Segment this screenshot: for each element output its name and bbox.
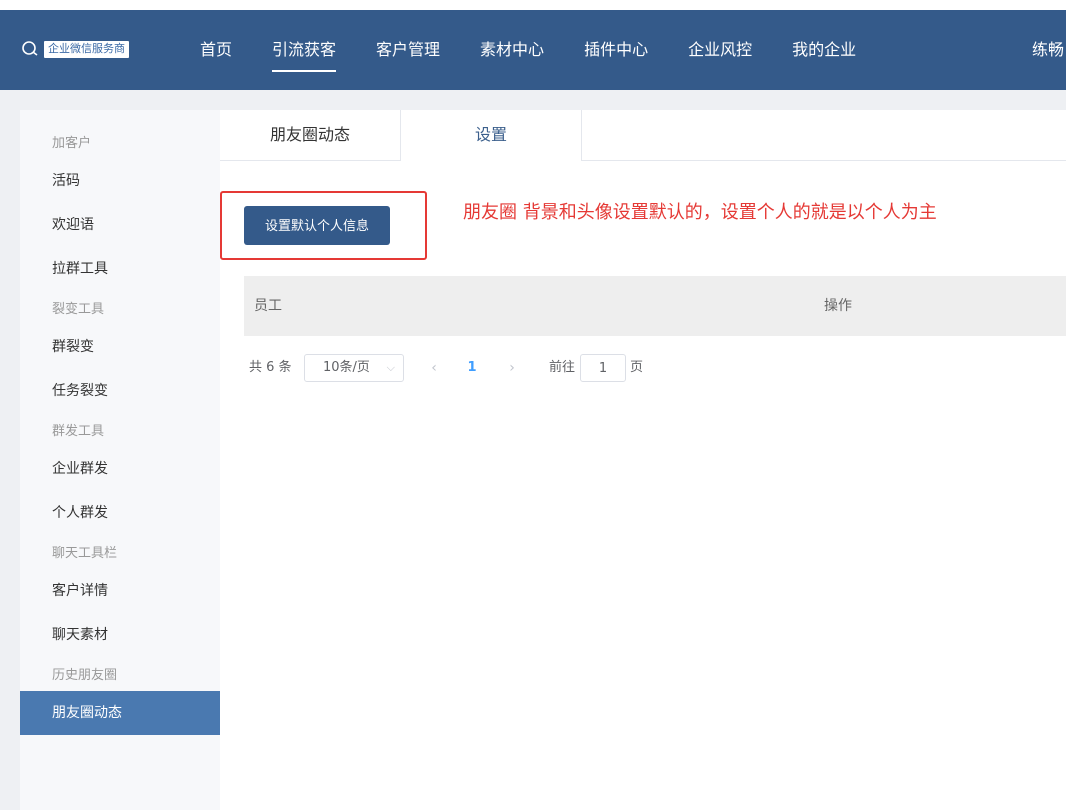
sidebar: 加客户 活码 欢迎语 拉群工具 裂变工具 群裂变 任务裂变 群发工具 企业群发 …: [20, 110, 220, 810]
sidebar-item-group-fission[interactable]: 群裂变: [20, 325, 220, 369]
next-page-icon[interactable]: ›: [502, 354, 522, 382]
tab-settings[interactable]: 设置: [401, 110, 582, 161]
page-number-current[interactable]: 1: [462, 354, 482, 382]
logo[interactable]: 企业微信服务商: [20, 40, 129, 58]
sidebar-group-moments-history: 历史朋友圈: [52, 668, 118, 683]
nav-plugin-center[interactable]: 插件中心: [564, 10, 668, 90]
goto-label: 前往: [549, 360, 576, 375]
sidebar-item-task-fission[interactable]: 任务裂变: [20, 369, 220, 413]
column-employee: 员工: [254, 298, 282, 314]
goto-page-input[interactable]: [580, 354, 626, 382]
nav-lead-generation[interactable]: 引流获客: [252, 10, 356, 90]
sidebar-group-broadcast-tools: 群发工具: [52, 424, 105, 439]
main-nav: 首页 引流获客 客户管理 素材中心 插件中心 企业风控 我的企业: [180, 10, 876, 90]
main-content: 朋友圈动态 设置 设置默认个人信息 朋友圈 背景和头像设置默认的，设置个人的就是…: [220, 110, 1066, 810]
sidebar-item-personal-broadcast[interactable]: 个人群发: [20, 491, 220, 535]
sidebar-item-live-code[interactable]: 活码: [20, 159, 220, 203]
user-name[interactable]: 练畅: [1032, 10, 1066, 90]
sidebar-group-add-customer: 加客户: [52, 136, 92, 151]
nav-my-company[interactable]: 我的企业: [772, 10, 876, 90]
chat-bubble-icon: [20, 40, 42, 58]
sidebar-item-chat-materials[interactable]: 聊天素材: [20, 613, 220, 657]
goto-suffix: 页: [630, 360, 644, 375]
prev-page-icon[interactable]: ‹: [424, 354, 444, 382]
nav-risk-control[interactable]: 企业风控: [668, 10, 772, 90]
table-header: 员工 操作: [244, 276, 1066, 336]
sidebar-item-moments-feed[interactable]: 朋友圈动态: [20, 691, 220, 735]
sidebar-item-enterprise-broadcast[interactable]: 企业群发: [20, 447, 220, 491]
column-action: 操作: [824, 298, 852, 314]
pagination-total: 共 6 条: [249, 360, 292, 375]
sidebar-item-group-pull-tool[interactable]: 拉群工具: [20, 247, 220, 291]
pagination: 共 6 条 10条/页 ⌵ ‹ 1 › 前往 页: [244, 354, 664, 382]
nav-customer-management[interactable]: 客户管理: [356, 10, 460, 90]
sidebar-group-fission-tools: 裂变工具: [52, 302, 105, 317]
page-size-value: 10条/页: [323, 360, 370, 375]
sidebar-group-chat-toolbar: 聊天工具栏: [52, 546, 118, 561]
top-navigation-bar: 企业微信服务商 首页 引流获客 客户管理 素材中心 插件中心 企业风控 我的企业…: [0, 10, 1066, 90]
logo-text: 企业微信服务商: [44, 40, 129, 58]
chevron-down-icon: ⌵: [386, 361, 395, 374]
tab-moments-feed[interactable]: 朋友圈动态: [220, 110, 401, 161]
nav-home[interactable]: 首页: [180, 10, 252, 90]
set-default-profile-button[interactable]: 设置默认个人信息: [244, 206, 390, 245]
sidebar-item-welcome-message[interactable]: 欢迎语: [20, 203, 220, 247]
page-size-select[interactable]: 10条/页 ⌵: [304, 354, 404, 382]
sidebar-item-customer-details[interactable]: 客户详情: [20, 569, 220, 613]
annotation-note: 朋友圈 背景和头像设置默认的，设置个人的就是以个人为主: [463, 202, 937, 223]
nav-material-center[interactable]: 素材中心: [460, 10, 564, 90]
